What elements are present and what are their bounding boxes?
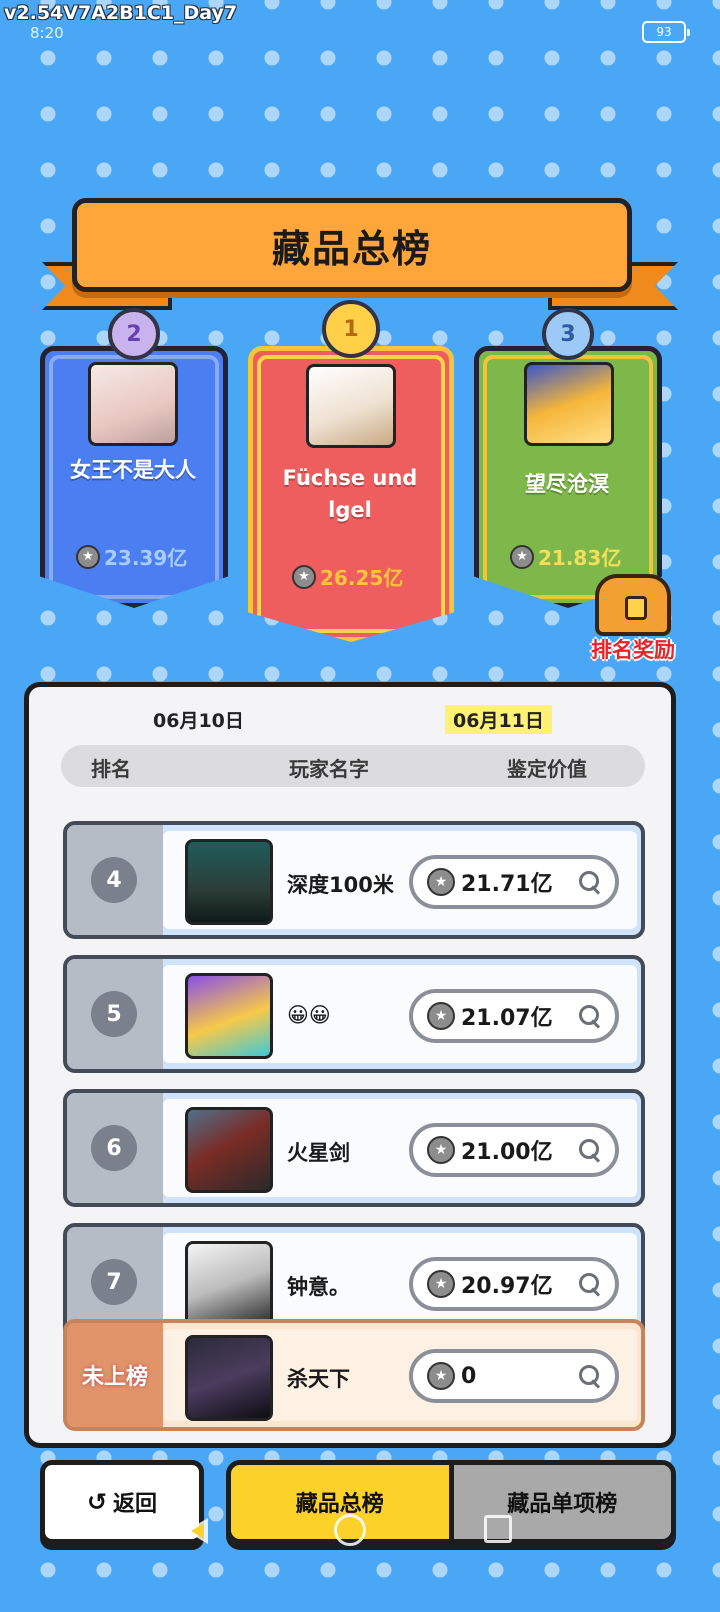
build-version-label: v2.54V7A2B1C1_Day7 — [4, 2, 238, 24]
status-clock: 8:20 — [30, 24, 64, 42]
value-pill[interactable]: ★ 21.00亿 — [409, 1123, 619, 1177]
avatar[interactable] — [185, 973, 273, 1059]
leaderboard-panel: 06月10日 06月11日 排名 玩家名字 鉴定价值 4 深度100米 ★ 21… — [24, 682, 676, 1448]
rank-badge: 5 — [91, 991, 137, 1037]
column-player: 玩家名字 — [289, 757, 369, 781]
unranked-label: 未上榜 — [81, 1365, 148, 1390]
leaderboard-row[interactable]: 4 深度100米 ★ 21.71亿 — [63, 821, 645, 939]
player-name: 😀😀 — [287, 1003, 331, 1027]
podium-value-third: ★ 21.83亿 — [510, 542, 621, 571]
ranking-reward-label: 排名奖励 — [591, 638, 675, 662]
avatar-first[interactable] — [306, 364, 396, 448]
avatar[interactable] — [185, 1107, 273, 1193]
nav-back-icon[interactable] — [186, 1518, 208, 1544]
page-title: 藏品总榜 — [271, 226, 432, 271]
podium-value-second: ★ 23.39亿 — [76, 542, 187, 571]
value-pill[interactable]: ★ 21.07亿 — [409, 989, 619, 1043]
ranking-reward-button[interactable]: 排名奖励 — [580, 574, 686, 670]
coin-icon: ★ — [427, 1270, 455, 1298]
magnifier-icon[interactable] — [579, 1273, 603, 1297]
magnifier-icon[interactable] — [579, 871, 603, 895]
avatar-third[interactable] — [524, 362, 614, 446]
avatar-second[interactable] — [88, 362, 178, 446]
player-name: 火星剑 — [287, 1141, 350, 1165]
coin-icon: ★ — [427, 868, 455, 896]
rank-badge: 6 — [91, 1125, 137, 1171]
player-name: 钟意。 — [287, 1275, 350, 1299]
nav-recents-icon[interactable] — [484, 1515, 512, 1543]
podium-name-second: 女王不是大人 — [70, 458, 196, 482]
coin-icon: ★ — [76, 544, 100, 569]
date-tab-current[interactable]: 06月11日 — [445, 705, 552, 734]
podium-name-first: Füchse und lgel — [282, 466, 418, 522]
magnifier-icon[interactable] — [579, 1005, 603, 1029]
column-value: 鉴定价值 — [507, 757, 587, 781]
value-text: 21.07亿 — [461, 1006, 553, 1031]
leaderboard-row[interactable]: 6 火星剑 ★ 21.00亿 — [63, 1089, 645, 1207]
column-rank: 排名 — [91, 757, 131, 781]
avatar[interactable] — [185, 1335, 273, 1421]
value-pill[interactable]: ★ 21.71亿 — [409, 855, 619, 909]
player-name: 杀天下 — [287, 1367, 350, 1391]
silver-medal-icon: 2 — [108, 308, 160, 360]
value-text: 21.00亿 — [461, 1140, 553, 1165]
leaderboard-row[interactable]: 5 😀😀 ★ 21.07亿 — [63, 955, 645, 1073]
date-tab-previous[interactable]: 06月10日 — [145, 705, 252, 734]
coin-icon: ★ — [510, 544, 534, 569]
coin-icon: ★ — [427, 1136, 455, 1164]
column-header: 排名 玩家名字 鉴定价值 — [61, 745, 645, 787]
coin-icon: ★ — [427, 1002, 455, 1030]
magnifier-icon[interactable] — [579, 1365, 603, 1389]
nav-home-icon[interactable] — [334, 1514, 366, 1546]
magnifier-icon[interactable] — [579, 1139, 603, 1163]
treasure-chest-icon — [595, 574, 671, 636]
player-name: 深度100米 — [287, 873, 394, 897]
coin-icon: ★ — [292, 564, 316, 589]
my-rank-row[interactable]: 未上榜 杀天下 ★ 0 — [63, 1319, 645, 1431]
bronze-medal-icon: 3 — [542, 308, 594, 360]
value-pill[interactable]: ★ 0 — [409, 1349, 619, 1403]
value-text: 21.71亿 — [461, 872, 553, 897]
rank-badge: 7 — [91, 1259, 137, 1305]
value-text: 0 — [461, 1363, 477, 1389]
system-navigation-bar — [0, 1506, 720, 1556]
battery-icon: 93 — [642, 21, 690, 43]
podium-value-text: 26.25亿 — [320, 566, 404, 590]
gold-medal-icon: 1 — [322, 300, 380, 358]
value-text: 20.97亿 — [461, 1274, 553, 1299]
podium-name-third: 望尽沧溟 — [525, 472, 609, 496]
rank-badge: 4 — [91, 857, 137, 903]
title-banner: 藏品总榜 — [72, 198, 632, 292]
podium-value-first: ★ 26.25亿 — [292, 562, 403, 591]
podium-value-text: 21.83亿 — [538, 546, 622, 570]
value-pill[interactable]: ★ 20.97亿 — [409, 1257, 619, 1311]
avatar[interactable] — [185, 1241, 273, 1327]
coin-icon: ★ — [427, 1362, 455, 1390]
podium-value-text: 23.39亿 — [104, 546, 188, 570]
avatar[interactable] — [185, 839, 273, 925]
